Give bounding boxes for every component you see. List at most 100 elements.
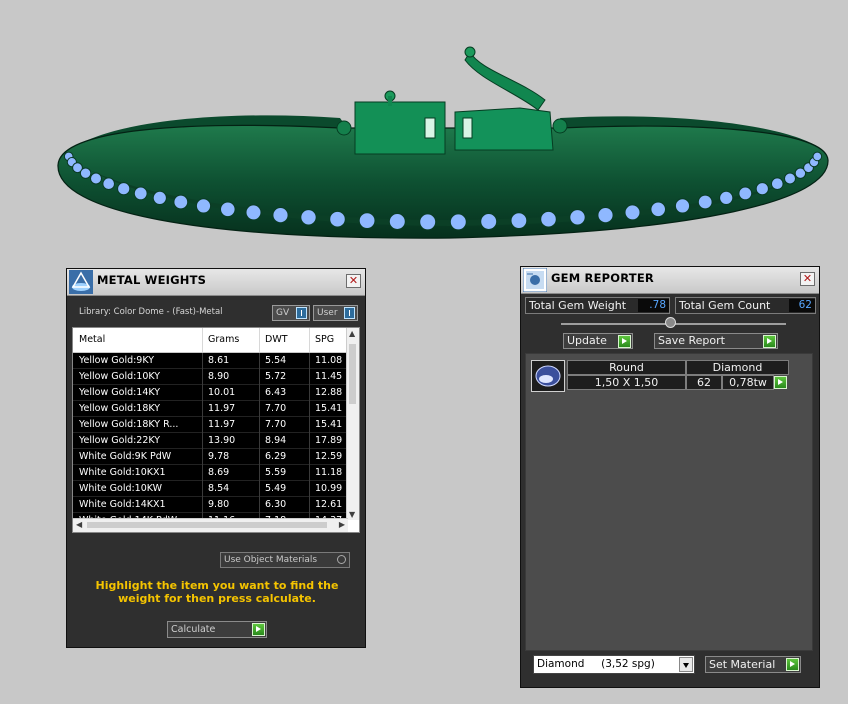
metal-cell: White Gold:10KX1 bbox=[79, 467, 166, 478]
use-object-materials-label: Use Object Materials bbox=[224, 555, 318, 565]
metal-table-header: Metal Grams DWT SPG bbox=[73, 328, 348, 353]
bracelet-gem bbox=[245, 204, 262, 221]
gem-reporter-titlebar[interactable]: GEM REPORTER ✕ bbox=[521, 267, 819, 294]
use-object-materials-option[interactable]: Use Object Materials bbox=[220, 552, 350, 568]
gem-material: Diamond bbox=[686, 360, 789, 375]
metal-cell: Yellow Gold:9KY bbox=[79, 355, 155, 366]
column-divider bbox=[259, 385, 260, 401]
column-divider bbox=[202, 328, 203, 352]
metal-table: Metal Grams DWT SPG Yellow Gold:9KY 8.61 5… bbox=[72, 327, 360, 533]
spg-cell: 12.61 bbox=[315, 499, 343, 510]
metal-cell: Yellow Gold:10KY bbox=[79, 371, 161, 382]
gv-label: GV bbox=[276, 308, 290, 318]
save-report-label: Save Report bbox=[658, 334, 725, 347]
close-button[interactable]: ✕ bbox=[346, 274, 361, 288]
column-divider bbox=[309, 433, 310, 449]
save-report-button[interactable]: Save Report bbox=[654, 333, 778, 349]
column-divider bbox=[202, 385, 203, 401]
total-gem-count: Total Gem Count 62 bbox=[675, 297, 816, 314]
play-arrow-icon[interactable] bbox=[786, 658, 799, 671]
spg-cell: 15.41 bbox=[315, 403, 343, 414]
bracelet-gem bbox=[388, 213, 406, 230]
metal-cell: White Gold:10KW bbox=[79, 483, 163, 494]
update-button[interactable]: Update bbox=[563, 333, 633, 349]
slider-handle[interactable] bbox=[665, 317, 676, 328]
set-material-label: Set Material bbox=[709, 658, 776, 671]
bracelet-gem bbox=[540, 210, 557, 228]
spg-cell: 11.45 bbox=[315, 371, 343, 382]
instruction-text: Highlight the item you want to find the … bbox=[95, 579, 339, 605]
spg-cell: 10.99 bbox=[315, 483, 343, 494]
scroll-down-icon[interactable]: ▼ bbox=[349, 510, 355, 519]
column-divider bbox=[259, 433, 260, 449]
column-divider bbox=[259, 465, 260, 481]
table-row[interactable]: Yellow Gold:10KY 8.90 5.72 11.45 bbox=[73, 369, 348, 385]
gv-toggle[interactable]: GV bbox=[272, 305, 310, 321]
column-divider bbox=[202, 449, 203, 465]
scroll-thumb[interactable] bbox=[349, 344, 356, 404]
play-arrow-icon[interactable] bbox=[774, 376, 787, 389]
play-arrow-icon[interactable] bbox=[618, 335, 631, 348]
scroll-thumb[interactable] bbox=[87, 522, 327, 528]
scroll-up-icon[interactable]: ▲ bbox=[349, 329, 355, 338]
column-divider bbox=[202, 465, 203, 481]
table-row[interactable]: Yellow Gold:18KY R... 11.97 7.70 15.41 bbox=[73, 417, 348, 433]
grams-cell: 8.69 bbox=[208, 467, 230, 478]
bracelet-gem bbox=[152, 190, 167, 205]
metal-weights-titlebar[interactable]: METAL WEIGHTS ✕ bbox=[67, 269, 365, 296]
column-divider bbox=[309, 401, 310, 417]
table-row[interactable]: Yellow Gold:22KY 13.90 8.94 17.89 bbox=[73, 433, 348, 449]
app-logo-icon bbox=[69, 270, 93, 294]
scroll-left-icon[interactable]: ◀ bbox=[76, 520, 82, 529]
table-row[interactable]: Yellow Gold:9KY 8.61 5.54 11.08 bbox=[73, 353, 348, 369]
dwt-cell: 7.70 bbox=[265, 403, 287, 414]
table-row[interactable]: White Gold:9K PdW 9.78 6.29 12.59 bbox=[73, 449, 348, 465]
bracelet-model bbox=[57, 46, 829, 239]
gem-count: 62 bbox=[686, 375, 722, 390]
table-row[interactable]: Yellow Gold:18KY 11.97 7.70 15.41 bbox=[73, 401, 348, 417]
horizontal-scrollbar[interactable]: ◀ ▶ bbox=[73, 518, 348, 532]
metal-cell: Yellow Gold:18KY bbox=[79, 403, 161, 414]
chevron-down-icon[interactable] bbox=[679, 657, 693, 672]
gem-report-icon bbox=[523, 268, 547, 292]
play-arrow-icon[interactable] bbox=[763, 335, 776, 348]
set-material-button[interactable]: Set Material bbox=[705, 656, 801, 673]
spg-cell: 12.59 bbox=[315, 451, 343, 462]
grams-cell: 8.61 bbox=[208, 355, 230, 366]
calculate-button[interactable]: Calculate bbox=[167, 621, 267, 638]
bracelet-gem bbox=[650, 201, 667, 218]
bracelet-gem bbox=[597, 207, 614, 224]
column-header-grams[interactable]: Grams bbox=[208, 334, 239, 345]
scroll-right-icon[interactable]: ▶ bbox=[339, 520, 345, 529]
table-row[interactable]: White Gold:10KW 8.54 5.49 10.99 bbox=[73, 481, 348, 497]
table-row[interactable]: White Gold:14KX1 9.80 6.30 12.61 bbox=[73, 497, 348, 513]
toggle-knob-icon bbox=[296, 307, 307, 319]
total-gem-weight-label: Total Gem Weight bbox=[529, 299, 627, 312]
dwt-cell: 6.43 bbox=[265, 387, 287, 398]
table-row[interactable]: Yellow Gold:14KY 10.01 6.43 12.88 bbox=[73, 385, 348, 401]
radio-icon[interactable] bbox=[337, 555, 346, 564]
vertical-scrollbar[interactable]: ▲ ▼ bbox=[346, 328, 359, 520]
dwt-cell: 5.54 bbox=[265, 355, 287, 366]
column-header-metal[interactable]: Metal bbox=[79, 334, 105, 345]
toggle-knob-icon bbox=[344, 307, 355, 319]
material-select[interactable]: Diamond (3,52 spg) bbox=[533, 655, 695, 674]
gem-weight: 0,78tw bbox=[722, 375, 774, 390]
play-arrow-icon[interactable] bbox=[252, 623, 265, 636]
column-header-spg[interactable]: SPG bbox=[315, 334, 334, 345]
column-divider bbox=[309, 369, 310, 385]
spg-cell: 17.89 bbox=[315, 435, 343, 446]
column-divider bbox=[202, 497, 203, 513]
close-button[interactable]: ✕ bbox=[800, 272, 815, 286]
total-gem-weight-value: .78 bbox=[638, 299, 669, 312]
update-label: Update bbox=[567, 334, 607, 347]
bracelet-gem bbox=[358, 212, 376, 230]
column-header-dwt[interactable]: DWT bbox=[265, 334, 288, 345]
panel-title: METAL WEIGHTS bbox=[97, 273, 207, 287]
grams-cell: 9.78 bbox=[208, 451, 230, 462]
gem-list-item[interactable]: Round Diamond 1,50 X 1,50 62 0,78tw bbox=[531, 358, 789, 394]
table-row[interactable]: White Gold:10KX1 8.69 5.59 11.18 bbox=[73, 465, 348, 481]
column-divider bbox=[259, 353, 260, 369]
user-toggle[interactable]: User bbox=[313, 305, 358, 321]
column-divider bbox=[309, 449, 310, 465]
